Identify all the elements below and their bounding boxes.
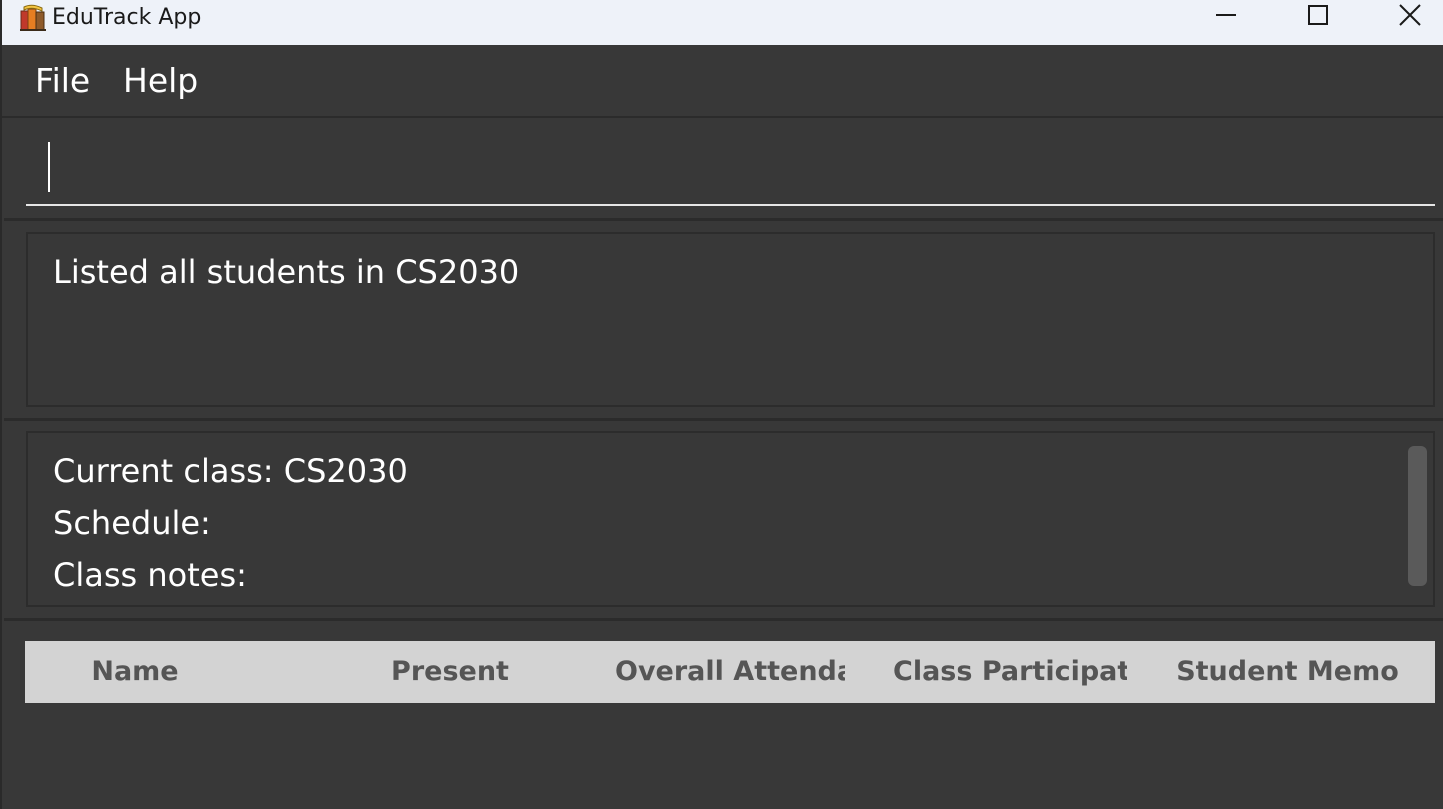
text-caret: [48, 142, 50, 192]
class-info-scrollbar[interactable]: [1408, 446, 1427, 586]
class-notes-label: Class notes:: [53, 556, 247, 594]
column-header-class-participation[interactable]: Class Participati...: [893, 641, 1127, 703]
current-class-label: Current class: CS2030: [53, 452, 408, 490]
student-table: Name Present Overall Attenda... Class Pa…: [4, 621, 1443, 809]
books-icon: [18, 4, 48, 32]
column-header-name[interactable]: Name: [25, 641, 245, 703]
menu-file[interactable]: File: [35, 61, 90, 101]
class-info-pane: Current class: CS2030 Schedule: Class no…: [4, 421, 1443, 621]
minimize-icon: [1215, 4, 1237, 30]
schedule-label: Schedule:: [53, 504, 211, 542]
result-display: Listed all students in CS2030: [26, 232, 1435, 407]
command-box-pane: [4, 118, 1443, 221]
maximize-icon: [1307, 4, 1329, 30]
maximize-button[interactable]: [1272, 0, 1364, 34]
app-window: EduTrack App File Help Listed all studen…: [0, 0, 1443, 809]
minimize-button[interactable]: [1180, 0, 1272, 34]
close-icon: [1398, 3, 1422, 31]
class-info-box: Current class: CS2030 Schedule: Class no…: [26, 431, 1435, 607]
menu-help[interactable]: Help: [123, 61, 198, 101]
table-header: Name Present Overall Attenda... Class Pa…: [25, 641, 1435, 703]
command-input[interactable]: [26, 134, 1435, 206]
column-header-student-memo[interactable]: Student Memo: [1175, 641, 1400, 703]
title-bar: EduTrack App: [2, 0, 1443, 45]
column-header-overall-attendance[interactable]: Overall Attenda...: [615, 641, 845, 703]
result-display-pane: Listed all students in CS2030: [4, 221, 1443, 421]
window-title: EduTrack App: [52, 5, 202, 30]
menu-bar: File Help: [2, 45, 1443, 118]
column-header-present[interactable]: Present: [345, 641, 555, 703]
close-button[interactable]: [1364, 0, 1443, 34]
result-message: Listed all students in CS2030: [53, 253, 520, 291]
